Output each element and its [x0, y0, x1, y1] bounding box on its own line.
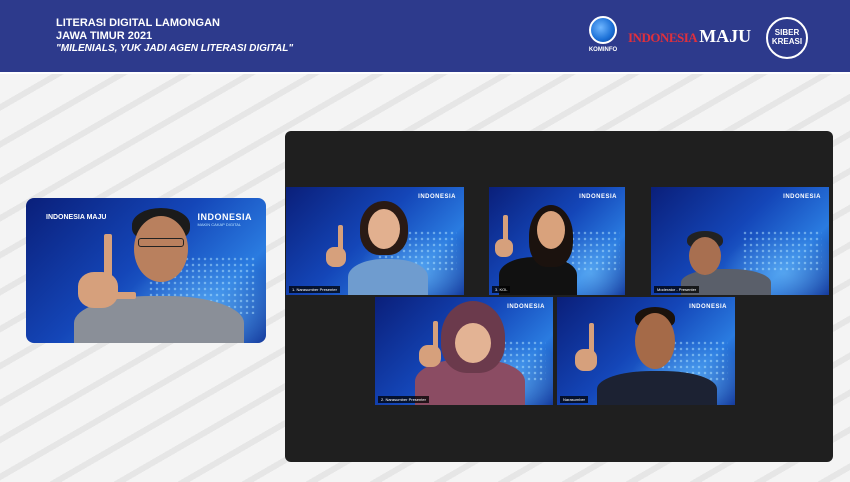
banner-title: LITERASI DIGITAL LAMONGAN [56, 17, 220, 29]
participant-tile[interactable]: INDONESIA Moderator - Presenter [651, 187, 829, 295]
banner-tagline: "MILENIALS, YUK JADI AGEN LITERASI DIGIT… [56, 43, 294, 54]
participant-name: 3. KOL [492, 286, 511, 293]
event-banner: LITERASI DIGITAL LAMONGAN JAWA TIMUR 202… [0, 0, 850, 74]
participant-name: 2. Narasumber Presenter [378, 396, 429, 403]
tile-logos: INDONESIA MAJU [46, 214, 107, 221]
indonesia-maju-logo: INDONESIA MAJU [628, 26, 752, 46]
siberkreasi-logo: SIBER KREASI [766, 17, 808, 59]
kominfo-logo: KOMINFO [583, 16, 623, 60]
participant-tile[interactable]: INDONESIA Narasumber [557, 297, 735, 405]
speaker-video-tile[interactable]: INDONESIA MAJU INDONESIA MAKIN CAKAP DIG… [26, 198, 266, 343]
participant-tile[interactable]: INDONESIA 3. KOL [489, 187, 625, 295]
banner-subtitle: JAWA TIMUR 2021 [56, 30, 153, 42]
participant-tile[interactable]: INDONESIA 1. Narasumber Presenter [286, 187, 464, 295]
participant-name: Moderator - Presenter [654, 286, 700, 293]
tile-brand: INDONESIA MAKIN CAKAP DIGITAL [197, 212, 252, 227]
participant-tile[interactable]: INDONESIA 2. Narasumber Presenter [375, 297, 553, 405]
participant-name: Narasumber [560, 396, 589, 403]
participant-name: 1. Narasumber Presenter [289, 286, 340, 293]
